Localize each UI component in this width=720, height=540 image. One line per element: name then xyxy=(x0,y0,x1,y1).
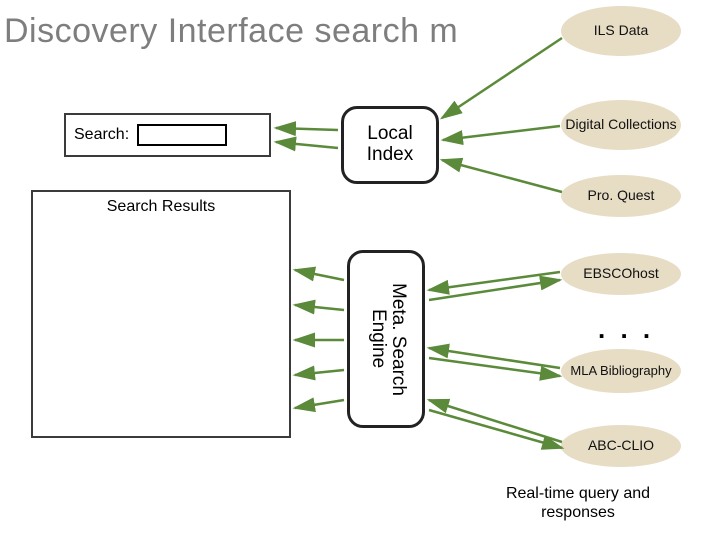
source-ils-data: ILS Data xyxy=(561,6,681,56)
local-index-node: Local Index xyxy=(341,106,439,184)
meta-search-engine-node: Meta. Search Engine xyxy=(347,250,425,428)
search-input[interactable] xyxy=(137,124,227,146)
footer-caption: Real-time query and responses xyxy=(468,484,688,522)
source-digital-collections: Digital Collections xyxy=(561,100,681,150)
source-ebscohost: EBSCOhost xyxy=(561,253,681,295)
source-mla-bibliography: MLA Bibliography xyxy=(561,349,681,393)
ellipsis-icon: . . . xyxy=(598,314,654,345)
search-results-heading: Search Results xyxy=(39,198,283,216)
meta-search-engine-label: Meta. Search Engine xyxy=(368,253,408,425)
search-label: Search: xyxy=(74,126,129,144)
source-proquest: Pro. Quest xyxy=(561,175,681,217)
source-abc-clio: ABC-CLIO xyxy=(561,425,681,467)
search-results-panel: Search Results xyxy=(31,190,291,438)
page-title: Discovery Interface search m xyxy=(4,12,458,51)
search-box: Search: xyxy=(64,113,271,157)
